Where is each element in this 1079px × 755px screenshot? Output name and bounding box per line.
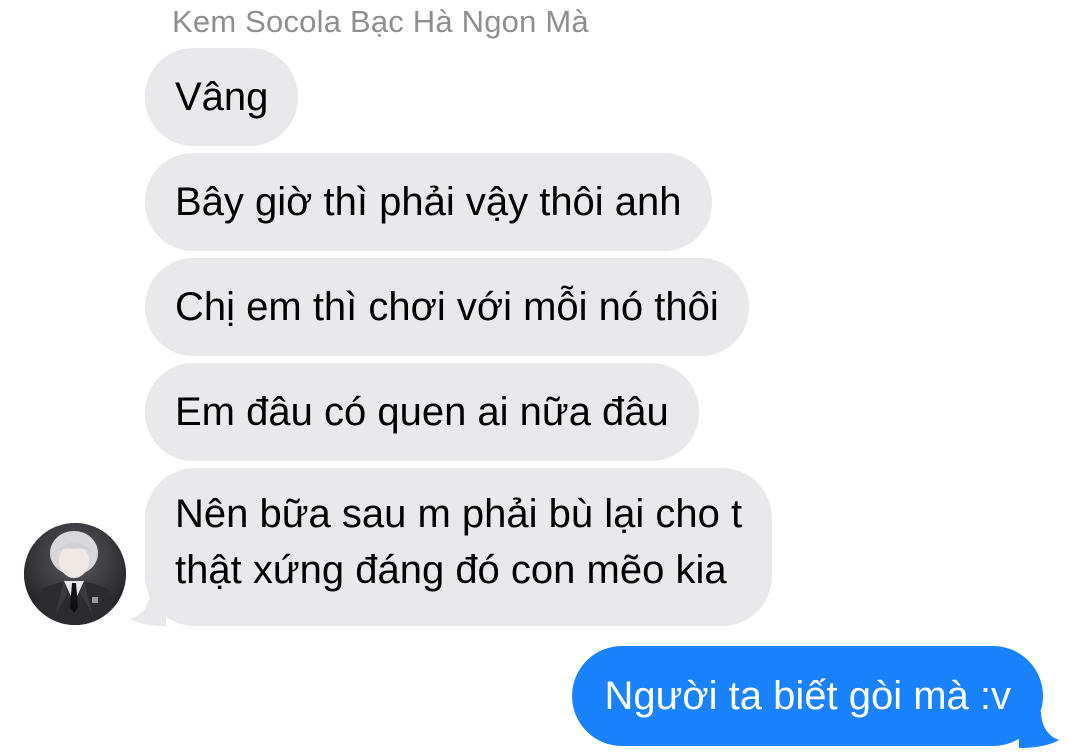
incoming-message-bubble[interactable]: Nên bữa sau m phải bù lại cho t thật xứn… [145,468,773,626]
message-line: Nên bữa sau m phải bù lại cho t [175,492,743,536]
avatar-photo-icon [24,523,126,625]
message-line: thật xứng đáng đó con mẽo kia [175,548,727,592]
sender-name: Kem Socola Bạc Hà Ngon Mà [172,4,589,39]
incoming-message-bubble[interactable]: Em đâu có quen ai nữa đâu [145,363,699,461]
contact-avatar[interactable] [24,523,126,625]
outgoing-bubble-tail [1019,712,1059,748]
incoming-message-bubble[interactable]: Chị em thì chơi với mỗi nó thôi [145,258,749,356]
incoming-message-bubble[interactable]: Bây giờ thì phải vậy thôi anh [145,153,712,251]
outgoing-message-bubble[interactable]: Người ta biết gòi mà :v [572,646,1043,746]
incoming-message-bubble[interactable]: Vâng [145,48,299,146]
